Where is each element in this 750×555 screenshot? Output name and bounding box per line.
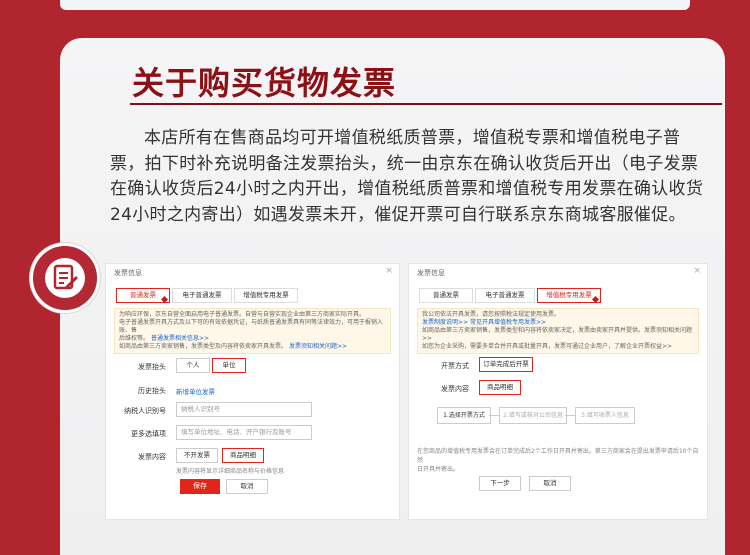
footer-note: 在您商品的增值税专用发票会在订单完成后2个工作日开具并寄出。第三方商家会在提出发… bbox=[417, 446, 699, 473]
option-company[interactable]: 单位 bbox=[212, 358, 246, 373]
step-connector bbox=[489, 415, 499, 416]
dialog-title: 发票信息 bbox=[114, 269, 142, 277]
notice-line: 如商品由第三方卖家销售，发票类型和内容将依卖家决定，发票由卖家开具并提供。发票须… bbox=[422, 327, 693, 342]
notice-line: 后维权等。 普通发票相关信息>> bbox=[119, 335, 209, 342]
title-underline bbox=[130, 103, 722, 105]
invoice-edit-icon bbox=[30, 243, 100, 313]
add-company-link[interactable]: 新增单位发票 bbox=[176, 386, 215, 396]
top-strip bbox=[60, 0, 690, 10]
option-after-order[interactable]: 订单完成后开票 bbox=[479, 357, 533, 372]
content-hint: 发票内容将显示详细商品名称与价格信息 bbox=[176, 468, 285, 475]
notice-line: 如您为企业采购，需要多单合并开具或批量开具，发票可通过企业用户，了解企业开票权益… bbox=[422, 343, 673, 350]
label-invoice-title: 发票抬头 bbox=[138, 363, 166, 371]
close-icon[interactable]: × bbox=[385, 266, 393, 276]
right-invoice-dialog: 发票信息 × 普通发票 电子普通发票 增值税专用发票 我公司依法开具发票，请您按… bbox=[408, 263, 708, 520]
label-taxid: 纳税人识别号 bbox=[124, 407, 166, 415]
notice-line: 如商品由第三方卖家销售，发票类型及内容将依卖家开具发票。 发票须知相关问题>> bbox=[119, 343, 347, 350]
next-step-button[interactable]: 下一步 bbox=[479, 476, 521, 491]
invoice-edit-glyph bbox=[53, 264, 78, 290]
page-title: 关于购买货物发票 bbox=[132, 64, 397, 102]
option-no-invoice[interactable]: 不开发票 bbox=[176, 448, 218, 463]
label-content: 发票内容 bbox=[138, 453, 166, 461]
tab-electronic-invoice[interactable]: 电子普通发票 bbox=[475, 288, 535, 303]
option-item-details[interactable]: 商品明细 bbox=[479, 380, 521, 395]
tab-vat-invoice[interactable]: 增值税专用发票 bbox=[234, 288, 298, 303]
notice-box: 为响应环保，京东自营全面启用电子普通发票。自营与自营实现企业由第三方商家实际开具… bbox=[114, 308, 391, 354]
dialog-title: 发票信息 bbox=[417, 269, 445, 277]
left-invoice-dialog: 发票信息 × 普通发票 电子普通发票 增值税专用发票 为响应环保，京东自营全面启… bbox=[105, 263, 400, 520]
tab-vat-invoice[interactable]: 增值税专用发票 bbox=[537, 288, 601, 303]
notice-link[interactable]: 发票须知相关问题>> bbox=[289, 343, 347, 350]
tab-normal-invoice[interactable]: 普通发票 bbox=[419, 288, 473, 303]
step-2: 2.填写或核对公司信息 bbox=[499, 407, 567, 424]
tab-electronic-invoice[interactable]: 电子普通发票 bbox=[172, 288, 232, 303]
cancel-button[interactable]: 取消 bbox=[529, 476, 571, 491]
notice-line: 电子普通发票开具方式及以下可的有效依据凭证，与纸质普通发票具有同等法律效力，可用… bbox=[119, 319, 384, 334]
taxid-input[interactable]: 纳税人识别号 bbox=[176, 402, 312, 417]
label-mode: 开票方式 bbox=[441, 362, 469, 370]
notice-box: 我公司依法开具发票，请您按照税法规定使用发票。 发票制度说明>> 常见开具增值税… bbox=[417, 308, 699, 354]
label-history: 历史抬头 bbox=[138, 387, 166, 395]
footer-note-line: 在您商品的增值税专用发票会在订单完成后2个工作日开具并寄出。第三方商家会在提出发… bbox=[417, 448, 699, 464]
cancel-button[interactable]: 取消 bbox=[226, 479, 268, 494]
step-connector bbox=[565, 415, 575, 416]
notice-line: 为响应环保，京东自营全面启用电子普通发票。自营与自营实现企业由第三方商家实际开具… bbox=[119, 311, 366, 318]
footer-note-line: 日开具并寄出。 bbox=[417, 466, 460, 473]
option-personal[interactable]: 个人 bbox=[176, 358, 210, 373]
notice-link[interactable]: 普通发票相关信息>> bbox=[151, 335, 209, 342]
option-item-details[interactable]: 商品明细 bbox=[222, 448, 264, 463]
step-3: 3.填写收票人信息 bbox=[575, 407, 635, 424]
save-button[interactable]: 保存 bbox=[180, 479, 220, 494]
invoice-description: 本店所有在售商品均可开增值税纸质普票，增值税专票和增值税电子普票，拍下时补充说明… bbox=[110, 128, 704, 225]
close-icon[interactable]: × bbox=[693, 266, 701, 276]
label-more: 更多选填项 bbox=[131, 430, 166, 438]
notice-line: 我公司依法开具发票，请您按照税法规定使用发票。 bbox=[422, 311, 561, 318]
label-content: 发票内容 bbox=[441, 385, 469, 393]
icon-inner-circle bbox=[45, 258, 85, 298]
notice-line[interactable]: 发票制度说明>> 常见开具增值税专用发票>> bbox=[422, 319, 694, 327]
step-1: 1.选择开票方式 bbox=[437, 407, 491, 424]
more-options-select[interactable]: 填写单位地址、电话、开户银行及账号 bbox=[176, 425, 312, 440]
